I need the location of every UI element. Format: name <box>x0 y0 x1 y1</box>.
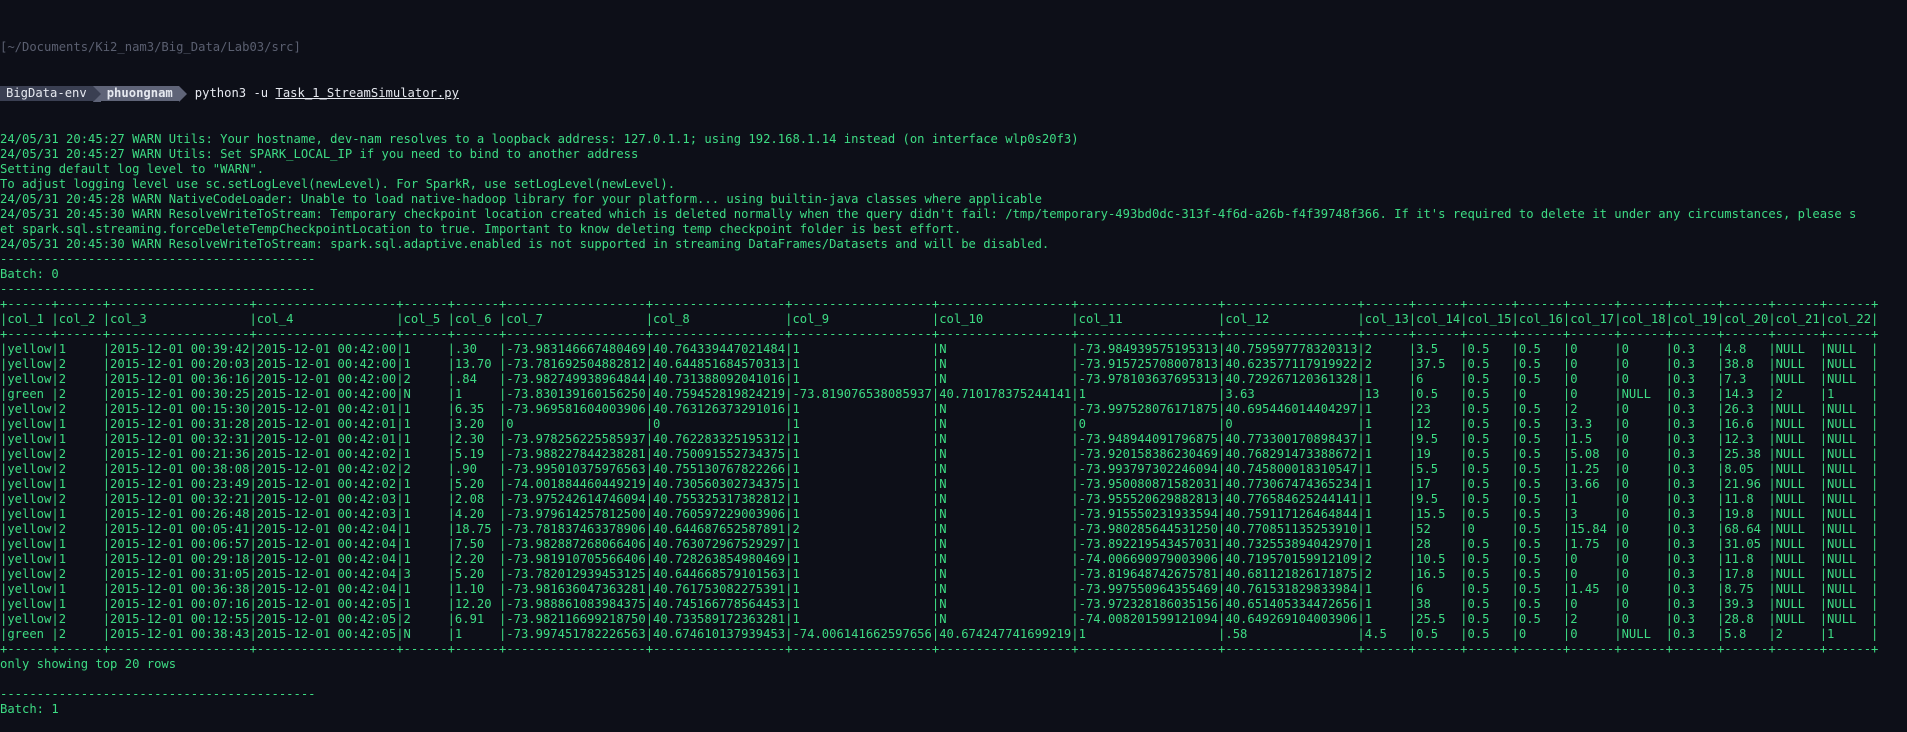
output-line: |yellow|1 |2015-12-01 00:23:49|2015-12-0… <box>0 477 1879 491</box>
output-line: |green |2 |2015-12-01 00:30:25|2015-12-0… <box>0 387 1879 401</box>
output-line: 24/05/31 20:45:30 WARN ResolveWriteToStr… <box>0 237 1050 251</box>
output-line: Batch: 0 <box>0 267 59 281</box>
prompt-line: BigData-env phuongnam python3 -u Task_1_… <box>0 85 1907 102</box>
output-line: 24/05/31 20:45:27 WARN Utils: Your hostn… <box>0 132 1079 146</box>
command-text: python3 -u Task_1_StreamSimulator.py <box>195 86 459 101</box>
output-line: To adjust logging level use sc.setLogLev… <box>0 177 676 191</box>
output-line: et spark.sql.streaming.forceDeleteTempCh… <box>0 222 962 236</box>
output-line: Batch: 1 <box>0 702 59 716</box>
output-line: |green |2 |2015-12-01 00:38:43|2015-12-0… <box>0 627 1879 641</box>
output-line: |yellow|2 |2015-12-01 00:20:03|2015-12-0… <box>0 357 1879 371</box>
output-line: +------+------+-------------------+-----… <box>0 297 1879 311</box>
output-line: |yellow|2 |2015-12-01 00:31:05|2015-12-0… <box>0 567 1879 581</box>
output-line: |yellow|1 |2015-12-01 00:36:38|2015-12-0… <box>0 582 1879 596</box>
output-line: |yellow|2 |2015-12-01 00:21:36|2015-12-0… <box>0 447 1879 461</box>
output-line: |col_1 |col_2 |col_3 |col_4 |col_5 |col_… <box>0 312 1879 326</box>
prompt-end-icon <box>178 85 187 102</box>
output-line: |yellow|1 |2015-12-01 00:06:57|2015-12-0… <box>0 537 1879 551</box>
output-line: ----------------------------------------… <box>0 252 316 266</box>
output-line: |yellow|1 |2015-12-01 00:26:48|2015-12-0… <box>0 507 1879 521</box>
command: python3 -u <box>194 86 269 100</box>
output-line: 24/05/31 20:45:30 WARN ResolveWriteToStr… <box>0 207 1857 221</box>
terminal-window[interactable]: [~/Documents/Ki2_nam3/Big_Data/Lab03/src… <box>0 0 1907 732</box>
output-line: |yellow|2 |2015-12-01 00:32:21|2015-12-0… <box>0 492 1879 506</box>
output-line: |yellow|2 |2015-12-01 00:36:16|2015-12-0… <box>0 372 1879 386</box>
output-line: |yellow|1 |2015-12-01 00:07:16|2015-12-0… <box>0 597 1879 611</box>
output-line: 24/05/31 20:45:28 WARN NativeCodeLoader:… <box>0 192 1042 206</box>
env-segment: BigData-env <box>0 86 93 101</box>
output-line: ----------------------------------------… <box>0 687 316 701</box>
user-segment: phuongnam <box>100 86 179 101</box>
output-line: only showing top 20 rows <box>0 657 177 671</box>
output-line: Setting default log level to "WARN". <box>0 162 265 176</box>
output-line: |yellow|2 |2015-12-01 00:15:30|2015-12-0… <box>0 402 1879 416</box>
script-link[interactable]: Task_1_StreamSimulator.py <box>275 86 458 100</box>
output-line: |yellow|1 |2015-12-01 00:29:18|2015-12-0… <box>0 552 1879 566</box>
output-line: 24/05/31 20:45:27 WARN Utils: Set SPARK_… <box>0 147 639 161</box>
output-line: |yellow|1 |2015-12-01 00:39:42|2015-12-0… <box>0 342 1879 356</box>
output-line: +------+------+-------------------+-----… <box>0 642 1879 656</box>
prompt-separator-icon <box>92 85 101 102</box>
output-line: |yellow|2 |2015-12-01 00:38:08|2015-12-0… <box>0 462 1879 476</box>
output-line: |yellow|1 |2015-12-01 00:31:28|2015-12-0… <box>0 417 1879 431</box>
output-line: |yellow|2 |2015-12-01 00:05:41|2015-12-0… <box>0 522 1879 536</box>
output-line: |yellow|2 |2015-12-01 00:12:55|2015-12-0… <box>0 612 1879 626</box>
terminal-output: 24/05/31 20:45:27 WARN Utils: Your hostn… <box>0 132 1907 717</box>
output-line: ----------------------------------------… <box>0 282 316 296</box>
cwd-line: [~/Documents/Ki2_nam3/Big_Data/Lab03/src… <box>0 40 301 54</box>
output-line: |yellow|1 |2015-12-01 00:32:31|2015-12-0… <box>0 432 1879 446</box>
output-line: +------+------+-------------------+-----… <box>0 327 1879 341</box>
